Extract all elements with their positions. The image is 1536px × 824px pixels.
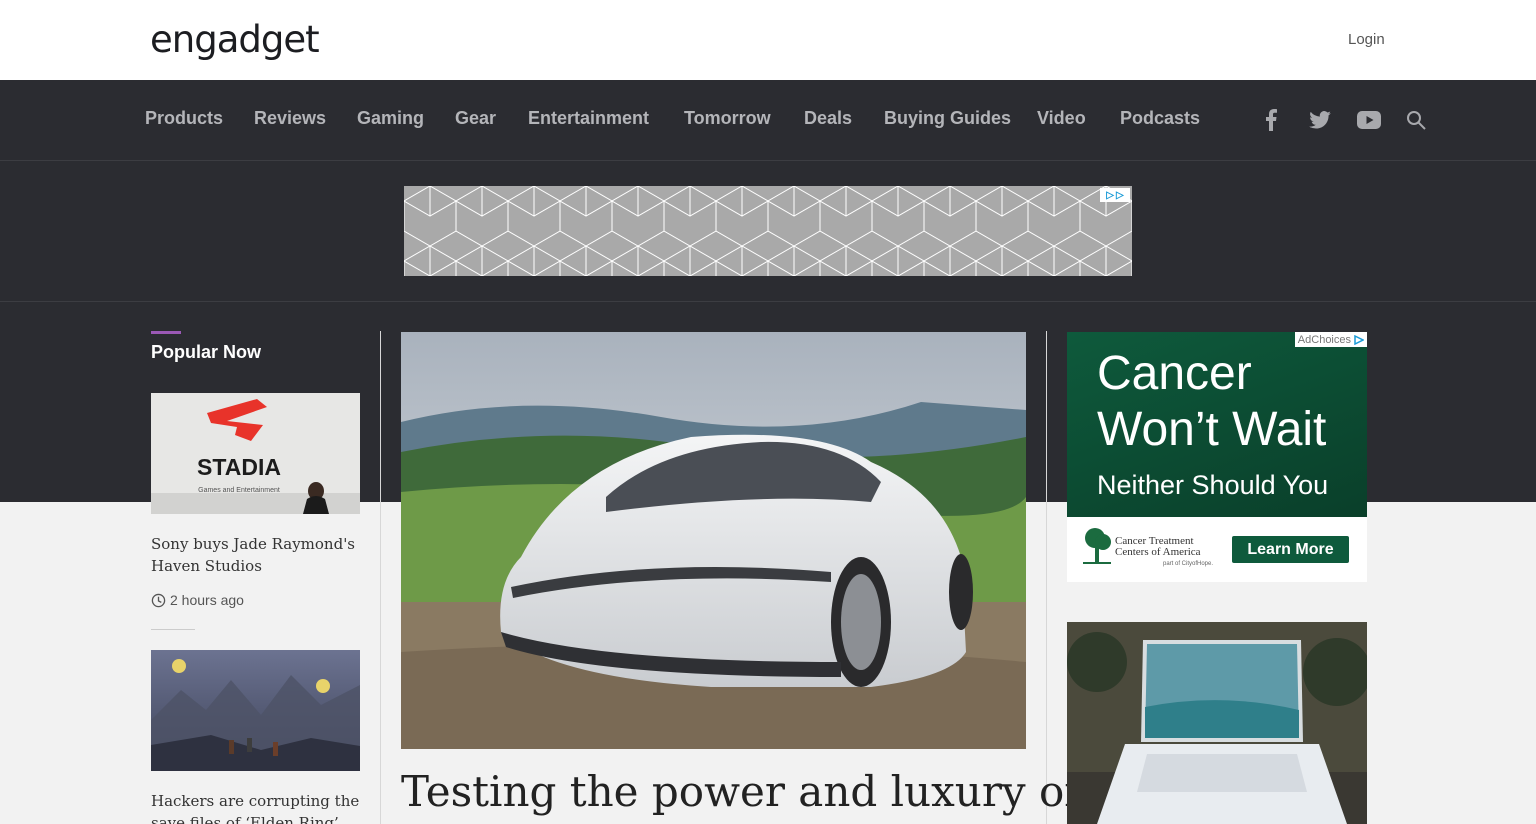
story-timestamp: 2 hours ago <box>151 592 244 608</box>
adchoices-icon <box>1354 334 1364 345</box>
adchoices-label: AdChoices <box>1297 333 1351 346</box>
nav-item-deals[interactable]: Deals <box>804 108 852 129</box>
ad-sponsor-sub: part of CityofHope. <box>1163 561 1214 567</box>
main-nav: Products Reviews Gaming Gear Entertainme… <box>0 80 1536 161</box>
site-header: engadget Login <box>0 0 1536 80</box>
popular-accent-bar <box>151 331 181 334</box>
divider <box>0 301 1536 302</box>
adchoices-icon[interactable]: ▷ ▷ <box>1100 188 1130 202</box>
story-title[interactable]: Sony buys Jade Raymond's Haven Studios <box>151 533 360 577</box>
ad-subline: Neither Should You <box>1097 470 1329 500</box>
nav-item-gaming[interactable]: Gaming <box>357 108 424 129</box>
banner-ad-pattern <box>404 186 1132 276</box>
banner-ad[interactable]: ▷ ▷ <box>404 186 1132 276</box>
search-icon[interactable] <box>1403 107 1429 133</box>
engadget-logo[interactable]: engadget <box>150 18 320 62</box>
hero-headline[interactable]: Testing the power and luxury of <box>401 766 1080 818</box>
nav-item-buying-guides[interactable]: Buying Guides <box>884 108 1011 129</box>
ad-sponsor-line2: Centers of America <box>1115 546 1201 558</box>
story-thumbnail-stadia[interactable]: STADIA Games and Entertainment <box>151 393 360 514</box>
sidebar-ad[interactable]: AdChoices Cancer Won’t Wait Neither Shou… <box>1067 332 1367 582</box>
clock-icon <box>151 593 166 607</box>
nav-item-reviews[interactable]: Reviews <box>254 108 326 129</box>
story-thumbnail-elden-ring[interactable] <box>151 650 360 771</box>
youtube-icon[interactable] <box>1356 107 1382 133</box>
nav-item-video[interactable]: Video <box>1037 108 1086 129</box>
story-title[interactable]: Hackers are corrupting the save files of… <box>151 790 360 824</box>
nav-item-tomorrow[interactable]: Tomorrow <box>684 108 771 129</box>
adchoices-badge[interactable]: AdChoices <box>1294 332 1367 347</box>
popular-now-heading: Popular Now <box>151 342 262 362</box>
tree-logo-icon <box>1083 528 1111 564</box>
stadia-caption-text: Games and Entertainment <box>198 487 280 494</box>
twitter-icon[interactable] <box>1307 107 1333 133</box>
column-divider <box>380 331 381 824</box>
story-separator <box>151 629 195 630</box>
ad-headline: Cancer Won’t Wait <box>1097 347 1327 456</box>
nav-item-podcasts[interactable]: Podcasts <box>1120 108 1200 129</box>
ad-sponsor-name: Cancer Treatment Centers of America <box>1115 536 1201 558</box>
nav-item-entertainment[interactable]: Entertainment <box>528 108 649 129</box>
stadia-brand-text: STADIA <box>197 454 281 480</box>
hero-image[interactable] <box>401 332 1026 749</box>
login-link[interactable]: Login <box>1348 31 1385 48</box>
column-divider <box>1046 331 1047 824</box>
nav-item-gear[interactable]: Gear <box>455 108 496 129</box>
story-time-text: 2 hours ago <box>170 592 244 608</box>
learn-more-button[interactable]: Learn More <box>1232 536 1349 563</box>
facebook-icon[interactable] <box>1258 107 1284 133</box>
laptop-story-image[interactable] <box>1067 622 1367 824</box>
nav-item-products[interactable]: Products <box>145 108 223 129</box>
